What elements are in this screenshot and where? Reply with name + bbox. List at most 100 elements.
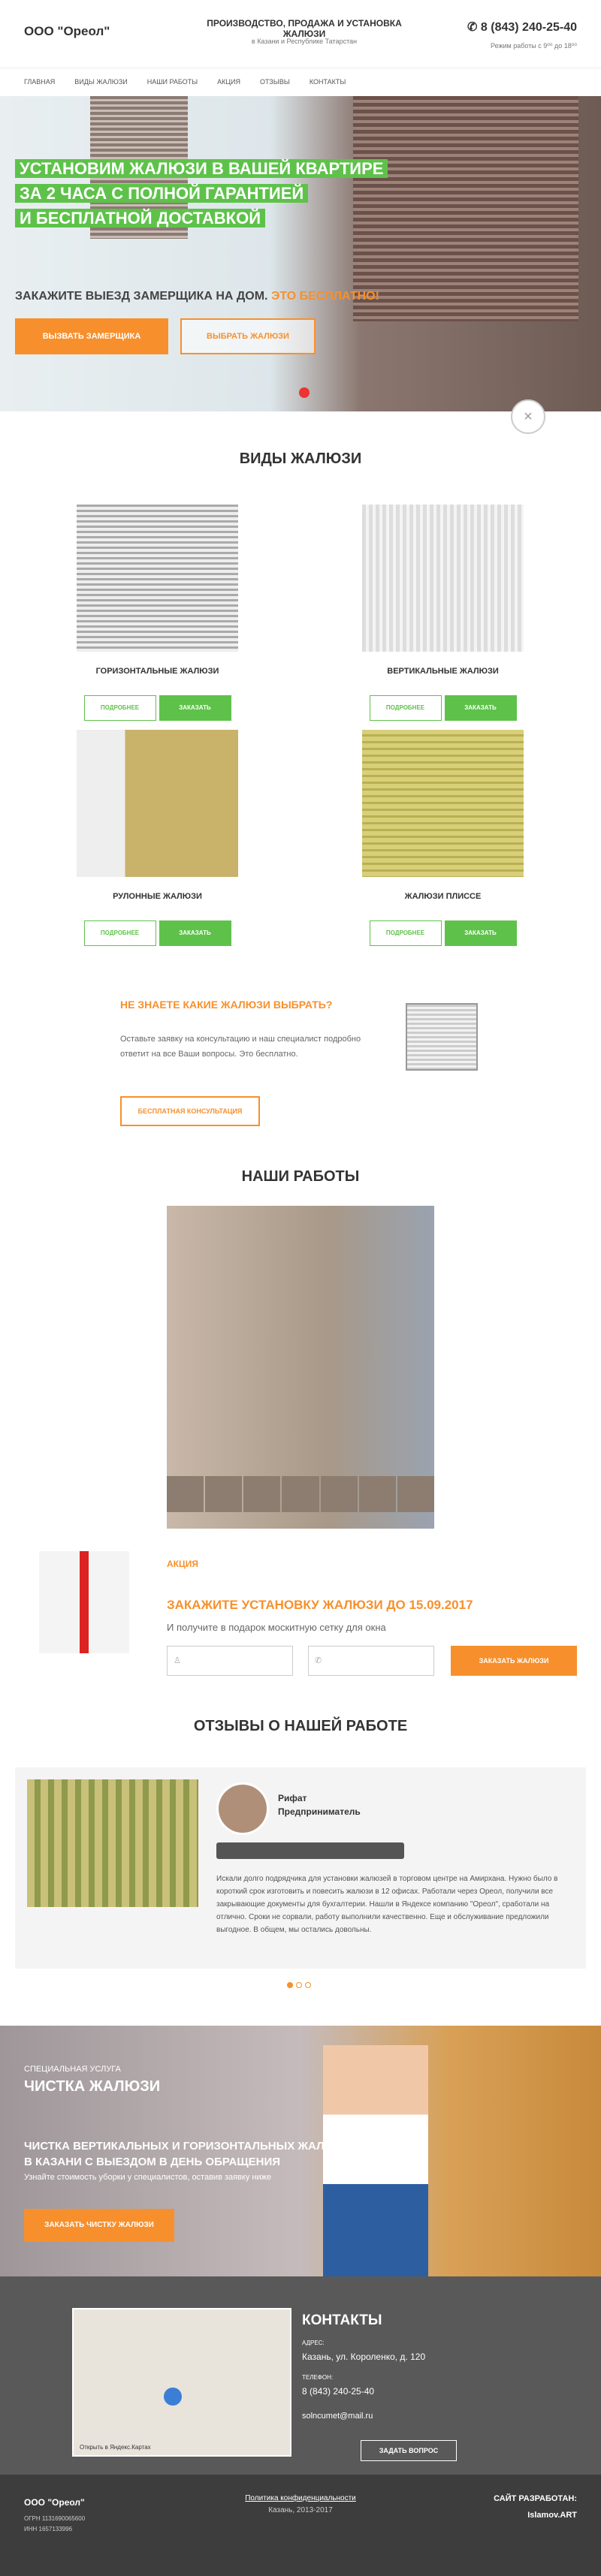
more-button[interactable]: ПОДРОБНЕЕ <box>83 920 156 946</box>
order-button[interactable]: ЗАКАЗАТЬ <box>159 920 231 946</box>
inn: ИНН 1657133996 <box>24 2526 73 2532</box>
name-input[interactable]: ♙ <box>167 1646 293 1676</box>
more-button[interactable]: ПОДРОБНЕЕ <box>83 695 156 721</box>
reviewer-role: Предприниматель <box>278 1806 361 1817</box>
reviews-title: ОТЗЫВЫ О НАШЕЙ РАБОТЕ <box>193 1718 408 1734</box>
phone-icon: ✆ <box>467 21 481 34</box>
header: ООО "Ореол" ПРОИЗВОДСТВО, ПРОДАЖА И УСТА… <box>0 0 601 96</box>
logo[interactable]: ООО "Ореол" <box>24 24 110 39</box>
type-card: ВЕРТИКАЛЬНЫЕ ЖАЛЮЗИ ПОДРОБНЕЕ ЗАКАЗАТЬ <box>362 505 524 721</box>
thumbnail[interactable] <box>397 1476 434 1512</box>
nav-promo[interactable]: АКЦИЯ <box>217 78 240 86</box>
nav-reviews[interactable]: ОТЗЫВЫ <box>260 78 290 86</box>
email[interactable]: solncumet@mail.ru <box>302 2412 373 2421</box>
consult-text: Оставьте заявку на консультацию и наш сп… <box>120 1035 361 1059</box>
promo-title: ЗАКАЖИТЕ УСТАНОВКУ ЖАЛЮЗИ ДО 15.09.2017 <box>167 1598 473 1612</box>
type-name: ЖАЛЮЗИ ПЛИССЕ <box>404 892 482 901</box>
map-link[interactable]: Открыть в Яндекс.Картах <box>80 2444 151 2451</box>
type-name: РУЛОННЫЕ ЖАЛЮЗИ <box>113 892 202 901</box>
phone-input[interactable]: ✆ <box>308 1646 434 1676</box>
nav-contacts[interactable]: КОНТАКТЫ <box>310 78 346 86</box>
contacts-section: Открыть в Яндекс.Картах КОНТАКТЫ АДРЕС: … <box>0 2276 601 2475</box>
contact-phone[interactable]: 8 (843) 240-25-40 <box>302 2386 374 2397</box>
review-image <box>27 1779 198 1907</box>
order-button[interactable]: ЗАКАЗАТЬ <box>159 695 231 721</box>
review-dots <box>287 1982 311 1988</box>
consult-title: НЕ ЗНАЕТЕ КАКИЕ ЖАЛЮЗИ ВЫБРАТЬ? <box>120 999 333 1011</box>
blinds-illustration <box>406 1003 478 1071</box>
order-cleaning-button[interactable]: ЗАКАЗАТЬ ЧИСТКУ ЖАЛЮЗИ <box>24 2209 174 2242</box>
next-arrow-icon[interactable]: › <box>437 1333 442 1349</box>
order-blinds-button[interactable]: ЗАКАЗАТЬ ЖАЛЮЗИ <box>451 1646 577 1676</box>
dot[interactable] <box>296 1982 302 1988</box>
thumbnail[interactable] <box>320 1476 358 1512</box>
promo-subtitle: И получите в подарок москитную сетку для… <box>167 1622 386 1633</box>
type-image <box>77 730 238 877</box>
service-label: СПЕЦИАЛЬНАЯ УСЛУГА <box>24 2065 121 2074</box>
nav-home[interactable]: ГЛАВНАЯ <box>24 78 55 86</box>
thumbnail[interactable] <box>282 1476 319 1512</box>
dot[interactable] <box>305 1982 311 1988</box>
more-button[interactable]: ПОДРОБНЕЕ <box>369 920 442 946</box>
thumbnail[interactable] <box>358 1476 396 1512</box>
service-headline: ЧИСТКА ВЕРТИКАЛЬНЫХ И ГОРИЗОНТАЛЬНЫХ ЖАЛ… <box>24 2140 352 2168</box>
phone-number: 8 (843) 240-25-40 <box>480 21 577 34</box>
ask-question-button[interactable]: ЗАДАТЬ ВОПРОС <box>361 2440 457 2461</box>
developer-label: САЙТ РАЗРАБОТАН: <box>494 2494 577 2503</box>
copyright: Казань, 2013-2017 <box>268 2506 333 2514</box>
tagline: ПРОИЗВОДСТВО, ПРОДАЖА И УСТАНОВКА ЖАЛЮЗИ <box>207 18 402 39</box>
more-button[interactable]: ПОДРОБНЕЕ <box>369 695 442 721</box>
promo-label: АКЦИЯ <box>167 1559 199 1569</box>
dot[interactable] <box>287 1982 293 1988</box>
nav-works[interactable]: НАШИ РАБОТЫ <box>147 78 198 86</box>
types-title: ВИДЫ ЖАЛЮЗИ <box>239 450 362 467</box>
thumbnail[interactable] <box>167 1476 204 1512</box>
order-button[interactable]: ЗАКАЗАТЬ <box>444 920 517 946</box>
map[interactable]: Открыть в Яндекс.Картах <box>72 2308 291 2457</box>
type-name: ВЕРТИКАЛЬНЫЕ ЖАЛЮЗИ <box>387 667 499 676</box>
nav-types[interactable]: ВИДЫ ЖАЛЮЗИ <box>74 78 127 86</box>
order-button[interactable]: ЗАКАЗАТЬ <box>444 695 517 721</box>
footer-company: ООО "Ореол" <box>24 2497 85 2508</box>
hero: УСТАНОВИМ ЖАЛЮЗИ В ВАШЕЙ КВАРТИРЕ ЗА 2 ЧА… <box>0 96 601 434</box>
type-image <box>77 505 238 652</box>
main-nav: ГЛАВНАЯ ВИДЫ ЖАЛЮЗИ НАШИ РАБОТЫ АКЦИЯ ОТЗЫВЫ… <box>0 68 601 95</box>
map-pin-icon <box>164 2388 182 2406</box>
service-text: Узнайте стоимость уборки у специалистов,… <box>24 2173 272 2182</box>
phone[interactable]: ✆ 8 (843) 240-25-40 <box>467 20 577 35</box>
type-card: ГОРИЗОНТАЛЬНЫЕ ЖАЛЮЗИ ПОДРОБНЕЕ ЗАКАЗАТЬ <box>77 505 238 721</box>
phone-label: ТЕЛЕФОН: <box>302 2374 334 2381</box>
footer: ООО "Ореол" ОГРН 1131690065600 ИНН 16571… <box>0 2475 601 2576</box>
hero-subtitle: ЗАКАЖИТЕ ВЫЕЗД ЗАМЕРЩИКА НА ДОМ. ЭТО БЕС… <box>15 290 379 303</box>
contacts-title: КОНТАКТЫ <box>302 2312 382 2328</box>
thumbnail[interactable] <box>243 1476 281 1512</box>
consult-button[interactable]: БЕСПЛАТНАЯ КОНСУЛЬТАЦИЯ <box>120 1096 260 1126</box>
choose-blinds-button[interactable]: ВЫБРАТЬ ЖАЛЮЗИ <box>180 318 316 354</box>
address: Казань, ул. Короленко, д. 120 <box>302 2352 426 2362</box>
type-image <box>362 730 524 877</box>
audio-player[interactable] <box>216 1842 404 1859</box>
hours: Режим работы с 9⁰⁰ до 18⁰⁰ <box>490 42 577 50</box>
slider-dot[interactable] <box>299 387 310 398</box>
gift-image <box>39 1551 129 1653</box>
type-name: ГОРИЗОНТАЛЬНЫЕ ЖАЛЮЗИ <box>95 667 219 676</box>
call-measurer-button[interactable]: ВЫЗВАТЬ ЗАМЕРЩИКА <box>15 318 168 354</box>
avatar <box>216 1782 269 1835</box>
developer[interactable]: Islamov.ART <box>527 2511 577 2520</box>
thumbnail[interactable] <box>205 1476 243 1512</box>
service-title: ЧИСТКА ЖАЛЮЗИ <box>24 2078 161 2095</box>
type-image <box>362 505 524 652</box>
cleaning-section: СПЕЦИАЛЬНАЯ УСЛУГА ЧИСТКА ЖАЛЮЗИ ЧИСТКА … <box>0 2026 601 2276</box>
user-icon: ♙ <box>174 1656 181 1665</box>
reviewer-name: Рифат <box>278 1793 307 1803</box>
type-card: ЖАЛЮЗИ ПЛИССЕ ПОДРОБНЕЕ ЗАКАЗАТЬ <box>362 730 524 946</box>
hero-headline: УСТАНОВИМ ЖАЛЮЗИ В ВАШЕЙ КВАРТИРЕ ЗА 2 ЧА… <box>15 156 388 230</box>
review-card: Рифат Предприниматель Искали долго подря… <box>15 1767 586 1969</box>
close-icon[interactable]: × <box>511 399 545 434</box>
type-card: РУЛОННЫЕ ЖАЛЮЗИ ПОДРОБНЕЕ ЗАКАЗАТЬ <box>77 730 238 946</box>
phone-icon: ✆ <box>315 1656 322 1665</box>
review-text: Искали долго подрядчика для установки жа… <box>216 1875 558 1934</box>
privacy-link[interactable]: Политика конфиденциальности <box>233 2494 368 2502</box>
works-title: НАШИ РАБОТЫ <box>241 1168 360 1185</box>
ogrn: ОГРН 1131690065600 <box>24 2515 86 2522</box>
